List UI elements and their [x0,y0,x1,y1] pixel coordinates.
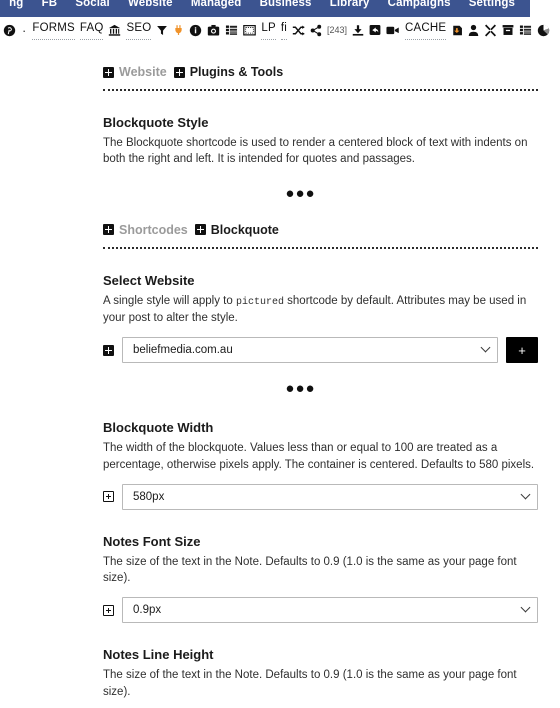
count-badge[interactable]: [243] [327,20,347,40]
select-website-dropdown[interactable]: beliefmedia.com.au [122,337,498,364]
section-title-blockquote-style: Blockquote Style [103,115,209,130]
breadcrumb-label-parent: Website [119,65,167,79]
main-navbar: ng FB Social Website Managed Business Library C… [0,0,530,17]
breadcrumb-item-shortcodes[interactable]: Shortcodes [103,223,188,237]
section-desc-select-website: A single style will apply to pictured sh… [103,293,538,327]
archive-icon[interactable] [502,20,514,40]
breadcrumb-mid: Shortcodes Blockquote [103,201,538,237]
download-icon[interactable] [352,20,364,40]
fi-link[interactable]: fi [280,20,287,40]
section-title-notes-font-size: Notes Font Size [103,533,201,549]
info-icon[interactable] [189,20,202,40]
section-desc-blockquote-width: The width of the blockquote. Values less… [103,442,535,471]
nav-item-settings[interactable]: Settings [460,0,524,11]
breadcrumb-top: Website Plugins & Tools [103,43,538,79]
plus-square-outline-icon[interactable] [103,604,114,616]
lp-link[interactable]: LP [261,20,276,40]
list-icon[interactable] [225,20,238,40]
plug-icon[interactable] [173,20,184,40]
seo-link[interactable]: SEO [126,20,152,40]
main-content: Website Plugins & Tools Blockquote Style… [0,43,560,708]
breadcrumb-item-blockquote[interactable]: Blockquote [194,222,279,237]
ellipsis-divider-2: ●●● [285,380,316,398]
blockquote-width-dropdown[interactable]: 580px [122,483,538,510]
nav-item-social[interactable]: Social [66,0,119,11]
field-row-blockquote-width: 580px [103,483,538,510]
camera-icon[interactable] [207,20,220,40]
section-desc-notes-font-size: The size of the text in the Note. Defaul… [103,555,517,585]
forms-link[interactable]: FORMS [32,20,75,40]
desc-text-before: A single style will apply to [103,294,236,307]
select-website-wrapper: beliefmedia.com.au [122,337,498,364]
video-icon[interactable] [386,20,400,40]
nav-item-library[interactable]: Library [321,0,379,11]
pinterest-icon[interactable] [3,20,16,40]
blockquote-width-wrapper: 580px [122,483,538,510]
breadcrumb-label-parent: Shortcodes [119,222,188,237]
share-icon[interactable] [310,20,322,40]
plus-square-icon [194,224,206,236]
breadcrumb-item-website[interactable]: Website [103,65,167,79]
nav-item-ng[interactable]: ng [0,0,32,11]
breadcrumb-label-current: Plugins & Tools [189,65,284,79]
notes-font-size-dropdown[interactable]: 0.9px [122,597,538,624]
divider-mid [103,246,538,249]
plus-square-icon[interactable] [103,344,114,356]
shuffle-icon[interactable] [292,20,305,40]
tools-icon[interactable] [484,20,497,40]
list2-icon[interactable] [519,20,532,40]
plus-square-outline-icon[interactable] [103,491,114,503]
ellipsis-divider-1: ●●● [285,184,316,202]
notes-font-size-wrapper: 0.9px [122,597,538,624]
import-icon[interactable] [451,20,463,40]
plus-square-icon [103,66,114,78]
bank-icon[interactable] [108,20,121,40]
nav-item-managed[interactable]: Managed [182,0,251,11]
nav-item-website[interactable]: Website [119,0,182,11]
divider-top [103,89,538,91]
add-website-button[interactable]: + [506,337,538,364]
frame-icon[interactable] [243,20,257,40]
plus-square-icon [173,66,185,78]
section-title-select-website: Select Website [103,272,195,288]
inline-code-pictured: pictured [235,296,284,308]
section-desc-notes-line-height: The size of the text in the Note. Defaul… [103,669,517,698]
user-icon[interactable] [468,20,479,40]
breadcrumb-label-current: Blockquote [210,222,279,237]
nav-item-campaigns[interactable]: Campaigns [379,0,460,11]
chart-pie-icon[interactable] [537,20,550,40]
cache-link[interactable]: CACHE [405,20,447,40]
separator-dot: · [22,22,27,38]
field-row-notes-font-size: 0.9px [103,597,538,624]
section-title-blockquote-width: Blockquote Width [103,420,214,436]
breadcrumb-item-plugins-tools[interactable]: Plugins & Tools [173,65,284,79]
filter-icon[interactable] [156,20,168,40]
section-title-notes-line-height: Notes Line Height [103,647,214,663]
nav-item-fb[interactable]: FB [32,0,66,11]
field-row-select-website: beliefmedia.com.au + [103,337,538,364]
share-square-icon[interactable] [369,20,381,40]
plus-square-icon [103,224,114,236]
section-desc-blockquote-style: The Blockquote shortcode is used to rend… [103,137,528,166]
admin-toolbar: · FORMS FAQ SEO LP fi [243] CACHE [0,17,560,43]
nav-item-business[interactable]: Business [251,0,321,11]
faq-link[interactable]: FAQ [79,20,104,40]
